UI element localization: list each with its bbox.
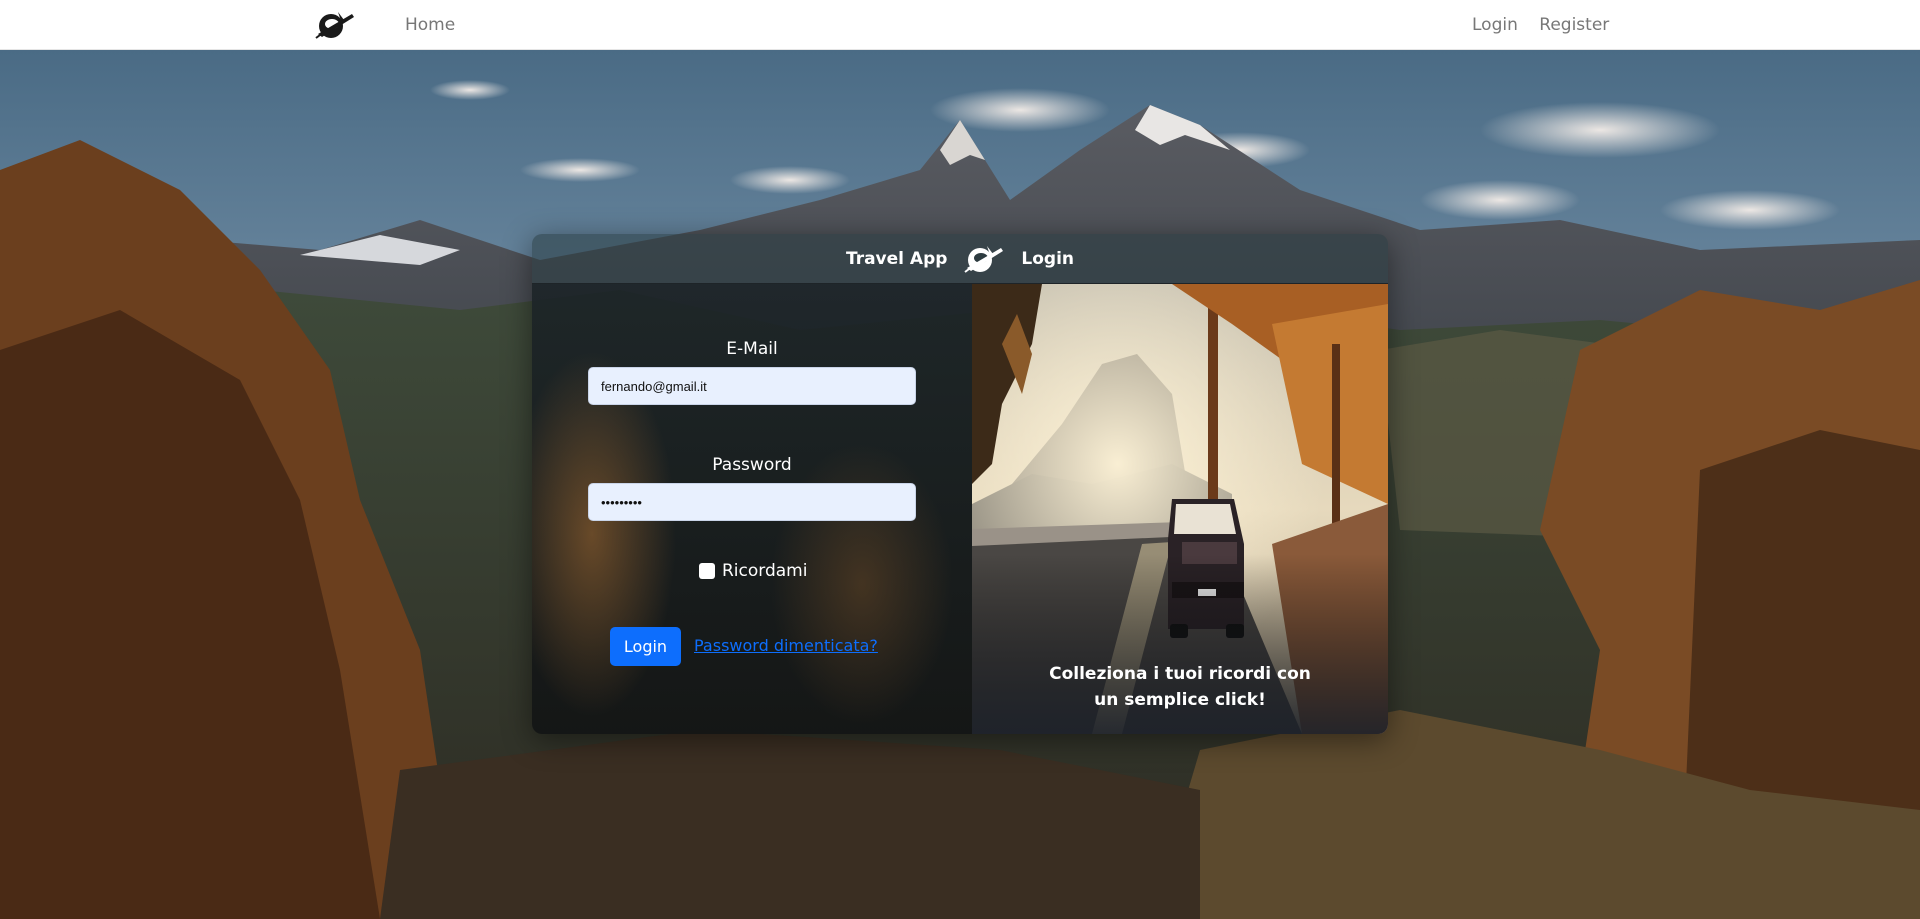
- header-title: Login: [1021, 248, 1075, 269]
- nav-home-link[interactable]: Home: [405, 15, 455, 35]
- astronaut-plane-icon: [963, 242, 1005, 276]
- remember-me-label: Ricordami: [722, 561, 808, 581]
- nav-login-link[interactable]: Login: [1472, 15, 1518, 35]
- image-caption: Colleziona i tuoi ricordi con un semplic…: [1049, 664, 1311, 710]
- login-card: Travel App Login E-Mail Password Ricorda…: [532, 234, 1388, 734]
- forgot-password-link[interactable]: Password dimenticata?: [694, 636, 878, 655]
- header-app-name: Travel App: [845, 248, 948, 269]
- nav-auth-links: Login Register: [1472, 15, 1625, 35]
- checkbox-box[interactable]: [699, 563, 715, 579]
- card-header: Travel App Login: [532, 234, 1388, 284]
- password-field[interactable]: [588, 483, 916, 521]
- nav-register-link[interactable]: Register: [1539, 15, 1609, 35]
- email-label: E-Mail: [726, 339, 778, 359]
- email-field[interactable]: [588, 367, 916, 405]
- van-road-photo: Colleziona i tuoi ricordi con un semplic…: [972, 284, 1388, 734]
- password-label: Password: [712, 455, 792, 475]
- login-form: E-Mail Password Ricordami Login Password…: [532, 284, 972, 734]
- remember-me-checkbox[interactable]: Ricordami: [699, 561, 807, 581]
- login-button[interactable]: Login: [610, 627, 681, 666]
- top-navbar: Home Login Register: [0, 0, 1920, 50]
- astronaut-plane-icon[interactable]: [314, 8, 356, 42]
